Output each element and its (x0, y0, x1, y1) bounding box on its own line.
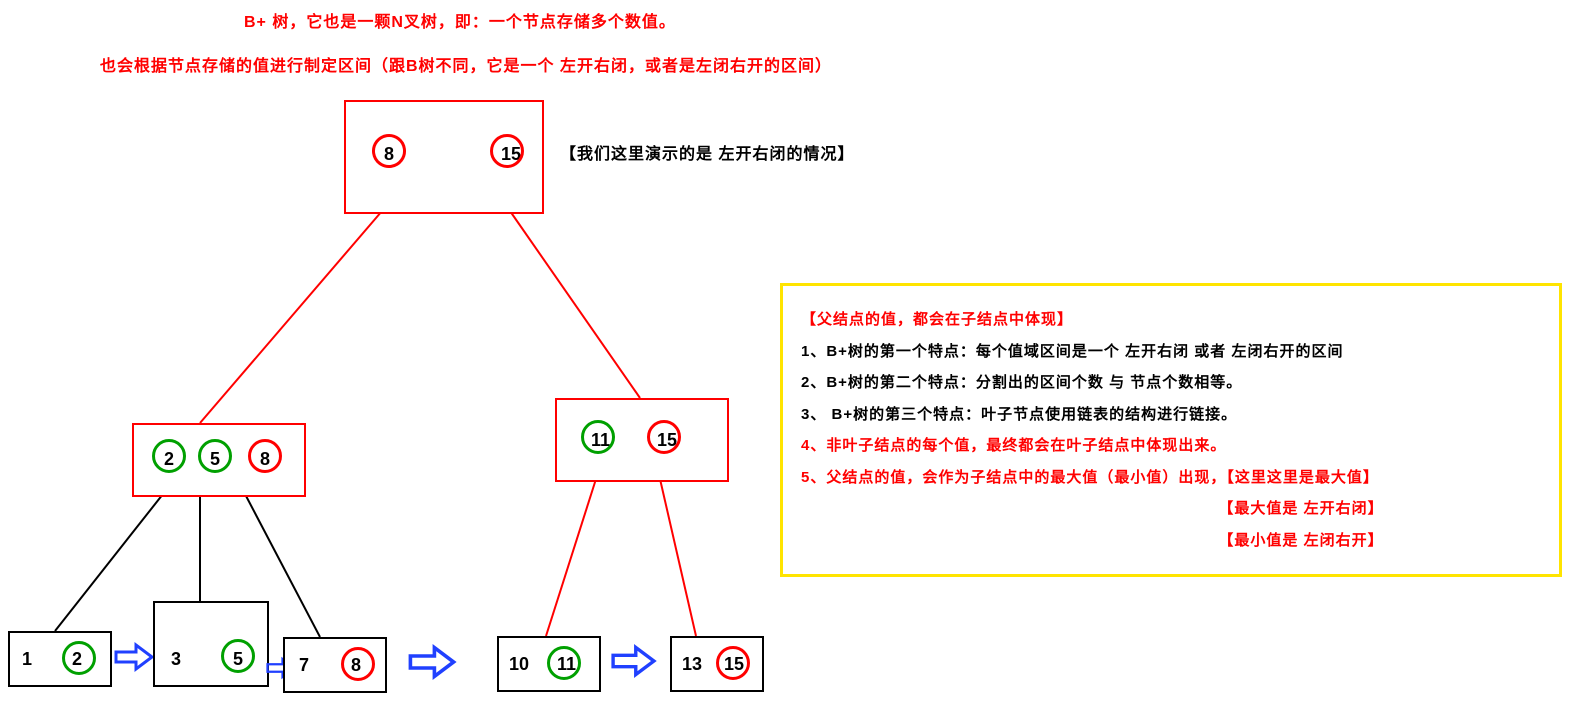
leaf5-v1: 13 (682, 654, 702, 675)
info-line-2: 2、B+树的第二个特点：分割出的区间个数 与 节点个数相等。 (801, 367, 1541, 399)
leaf2-v1: 3 (171, 649, 181, 670)
arrow-right-icon (114, 642, 154, 672)
arrow-right-icon (606, 644, 661, 678)
leaf4-v2: 11 (557, 654, 576, 675)
mid-left-v3: 8 (260, 449, 270, 470)
mid-left-node: 2 5 8 (132, 423, 306, 497)
info-line-7: 【最小值是 左闭右开】 (801, 525, 1541, 557)
info-line-0: 【父结点的值，都会在子结点中体现】 (801, 304, 1541, 336)
leaf5-v2: 15 (724, 654, 744, 675)
leaf3-v2: 8 (351, 655, 361, 676)
mid-right-node: 11 15 (555, 398, 729, 482)
root-val-2: 15 (501, 144, 521, 165)
root-val-1: 8 (384, 144, 394, 165)
mid-right-v1: 11 (591, 430, 610, 451)
leaf4-v1: 10 (509, 654, 529, 675)
leaf-node-1: 1 2 (8, 631, 112, 687)
leaf-node-5: 13 15 (670, 636, 764, 692)
leaf-node-4: 10 11 (497, 636, 601, 692)
arrow-right-icon (402, 644, 462, 680)
info-panel: 【父结点的值，都会在子结点中体现】 1、B+树的第一个特点：每个值域区间是一个 … (780, 283, 1562, 577)
leaf1-v2: 2 (72, 649, 82, 670)
info-line-1: 1、B+树的第一个特点：每个值域区间是一个 左开右闭 或者 左闭右开的区间 (801, 336, 1541, 368)
info-line-5: 5、父结点的值，会作为子结点中的最大值（最小值）出现，【这里这里是最大值】 (801, 462, 1541, 494)
info-line-4: 4、非叶子结点的每个值，最终都会在叶子结点中体现出来。 (801, 430, 1541, 462)
mid-left-v2: 5 (210, 449, 220, 470)
mid-right-v2: 15 (657, 430, 677, 451)
title-line-1: B+ 树，它也是一颗N叉树，即：一个节点存储多个数值。 (244, 8, 676, 32)
title-line-2: 也会根据节点存储的值进行制定区间（跟B树不同，它是一个 左开右闭，或者是左闭右开… (100, 52, 832, 76)
root-node: 8 15 (344, 100, 544, 214)
leaf1-v1: 1 (22, 649, 32, 670)
leaf-node-3: 7 8 (283, 637, 387, 693)
leaf2-v2: 5 (233, 649, 243, 670)
root-note: 【我们这里演示的是 左开右闭的情况】 (560, 140, 854, 164)
leaf-node-2: 3 5 (153, 601, 269, 687)
leaf3-v1: 7 (299, 655, 309, 676)
info-line-6: 【最大值是 左开右闭】 (801, 493, 1541, 525)
mid-left-v1: 2 (164, 449, 174, 470)
info-line-3: 3、 B+树的第三个特点：叶子节点使用链表的结构进行链接。 (801, 399, 1541, 431)
